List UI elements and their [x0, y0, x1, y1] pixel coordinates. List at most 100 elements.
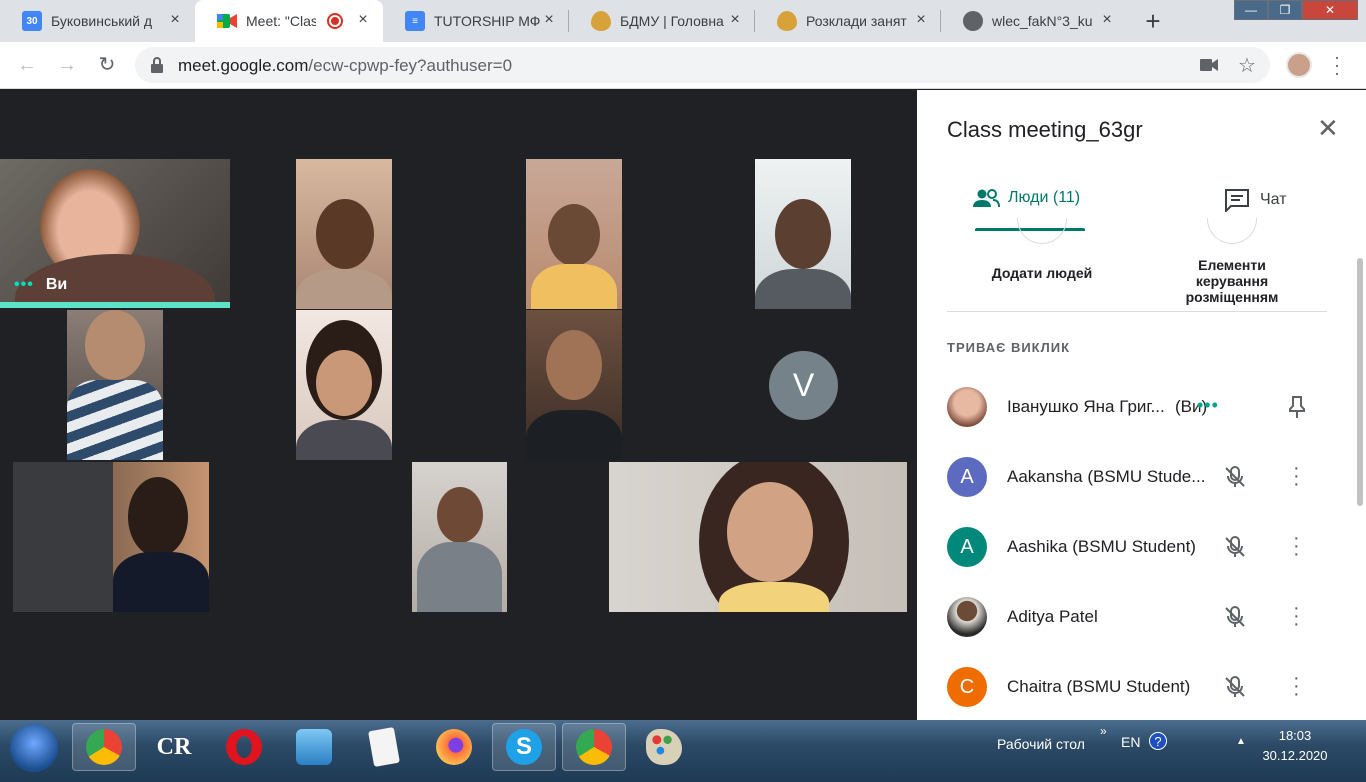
divider [947, 311, 1327, 312]
close-tab-icon[interactable]: × [167, 12, 183, 28]
start-button[interactable] [10, 724, 58, 772]
close-tab-icon[interactable]: × [541, 12, 557, 28]
back-button[interactable]: ← [13, 51, 41, 79]
pin-icon[interactable] [1287, 395, 1307, 419]
taskbar-chrome-active[interactable] [562, 723, 626, 771]
tab-title: Буковинський д [51, 13, 153, 29]
paint-icon [646, 729, 682, 765]
participant-video-tile[interactable] [296, 310, 392, 460]
taskbar-cr[interactable]: CR [142, 723, 206, 771]
bookmark-star-icon[interactable]: ☆ [1238, 53, 1256, 78]
close-tab-icon[interactable]: × [727, 12, 743, 28]
tab-meet[interactable]: Meet: "Class × [195, 0, 383, 42]
close-tab-icon[interactable]: × [355, 12, 371, 28]
show-hidden-icons-icon[interactable]: ▲ [1236, 736, 1246, 747]
taskbar-opera[interactable] [212, 723, 276, 771]
participant-name: Іванушко Яна Григ... [1007, 397, 1165, 416]
mic-off-icon [1225, 536, 1245, 557]
lock-icon [151, 57, 163, 73]
solitaire-icon [368, 727, 400, 767]
taskbar-paint[interactable] [632, 723, 696, 771]
participant-row[interactable]: A Aakansha (BSMU Stude... · · · [947, 457, 1337, 497]
minimize-button[interactable]: — [1234, 0, 1268, 20]
url-path: /ecw-cpwp-fey?authuser=0 [308, 56, 513, 75]
taskbar-media-player[interactable] [282, 723, 346, 771]
participant-row[interactable]: Іванушко Яна Григ... (Ви) ••• [947, 387, 1337, 427]
language-indicator[interactable]: EN [1121, 734, 1140, 750]
taskbar-firefox[interactable] [422, 723, 486, 771]
close-panel-button[interactable]: ✕ [1317, 115, 1339, 141]
more-options-icon[interactable]: · · · [1293, 598, 1300, 634]
tab-bsmu-schedule[interactable]: Розклади занят × [755, 0, 941, 42]
participant-video-tile[interactable] [609, 462, 907, 612]
profile-avatar[interactable] [1286, 52, 1312, 78]
close-tab-icon[interactable]: × [913, 12, 929, 28]
new-tab-button[interactable]: + [1137, 6, 1169, 38]
add-people-button[interactable]: Додати людей [987, 265, 1097, 281]
url-host: meet.google.com [178, 56, 309, 75]
participant-video-tile[interactable] [412, 462, 507, 612]
chrome-icon [576, 729, 612, 765]
participant-video-tile[interactable] [526, 159, 622, 309]
tab-docs[interactable]: ≡ TUTORSHIP МФ × [383, 0, 569, 42]
tab-chat[interactable]: Чат [1224, 188, 1287, 212]
participant-row[interactable]: C Chaitra (BSMU Student) · · · [947, 667, 1337, 707]
browser-toolbar: ← → ↻ meet.google.com/ecw-cpwp-fey?authu… [0, 42, 1366, 89]
system-clock[interactable]: 18:03 30.12.2020 [1262, 726, 1328, 766]
help-icon[interactable]: ? [1149, 732, 1167, 750]
tab-title: Розклади занят [806, 13, 907, 29]
self-label: ••• Ви [14, 276, 68, 293]
screen: 30 Буковинський д × Meet: "Class × ≡ TUT… [0, 0, 1366, 782]
taskbar-solitaire[interactable] [352, 723, 416, 771]
more-options-icon[interactable]: · · · [1293, 528, 1300, 564]
section-heading: ТРИВАЄ ВИКЛИК [947, 340, 1071, 355]
participant-video-tile[interactable] [296, 159, 392, 309]
tab-wlec[interactable]: wlec_fakN°3_ku × [941, 0, 1127, 42]
more-menu-icon[interactable]: · · · [1333, 48, 1341, 82]
maximize-button[interactable]: ❐ [1268, 0, 1302, 20]
speaking-indicator-icon: ••• [1197, 395, 1219, 415]
tab-title: TUTORSHIP МФ [434, 13, 541, 29]
taskbar-chrome-profile[interactable] [72, 723, 136, 771]
participant-row[interactable]: Aditya Patel · · · [947, 597, 1337, 637]
panel-title: Class meeting_63gr [947, 117, 1143, 142]
participant-video-tile[interactable] [526, 310, 622, 460]
camera-icon[interactable] [1200, 59, 1218, 71]
meet-icon [217, 11, 237, 31]
media-player-icon [296, 729, 332, 765]
avatar: A [947, 527, 987, 567]
opera-icon [226, 729, 262, 765]
forward-button[interactable]: → [53, 51, 81, 79]
address-bar[interactable]: meet.google.com/ecw-cpwp-fey?authuser=0 … [135, 47, 1270, 83]
people-panel: Class meeting_63gr ✕ Люди (11) Чат Додат… [917, 90, 1366, 720]
participant-video-tile[interactable] [755, 159, 851, 309]
globe-icon [963, 11, 983, 31]
toolbar-expand-icon[interactable]: » [1100, 724, 1107, 738]
more-options-icon[interactable]: · · · [1293, 458, 1300, 494]
panel-scrollbar[interactable] [1357, 258, 1363, 506]
bsmu-icon [777, 11, 797, 31]
participant-video-tile[interactable] [113, 462, 209, 612]
participant-video-tile[interactable] [67, 310, 163, 460]
avatar [947, 387, 987, 427]
tab-people[interactable]: Люди (11) [972, 188, 1080, 208]
tab-bsmu-home[interactable]: БДМУ | Головна × [569, 0, 755, 42]
close-tab-icon[interactable]: × [1099, 12, 1115, 28]
meeting-grid: ••• Ви V [0, 90, 917, 720]
more-options-icon[interactable]: · · · [1293, 668, 1300, 704]
participant-initial-avatar[interactable]: V [769, 351, 838, 420]
desktop-toolbar-label[interactable]: Рабочий стол [997, 736, 1085, 752]
add-people-icon[interactable] [1017, 218, 1067, 244]
chat-icon [1225, 189, 1249, 212]
mic-off-icon [1225, 676, 1245, 697]
self-video-tile[interactable]: ••• Ви [0, 159, 230, 308]
layout-controls-button[interactable]: Елементи керування розміщенням [1162, 257, 1302, 305]
reload-button[interactable]: ↻ [93, 51, 121, 79]
layout-icon[interactable] [1207, 218, 1257, 244]
tab-calendar[interactable]: 30 Буковинський д × [0, 0, 195, 42]
participant-row[interactable]: A Aashika (BSMU Student) · · · [947, 527, 1337, 567]
close-window-button[interactable]: ✕ [1302, 0, 1358, 20]
avatar: A [947, 457, 987, 497]
participant-name: Chaitra (BSMU Student) [1007, 677, 1191, 696]
taskbar-skype[interactable]: S [492, 723, 556, 771]
